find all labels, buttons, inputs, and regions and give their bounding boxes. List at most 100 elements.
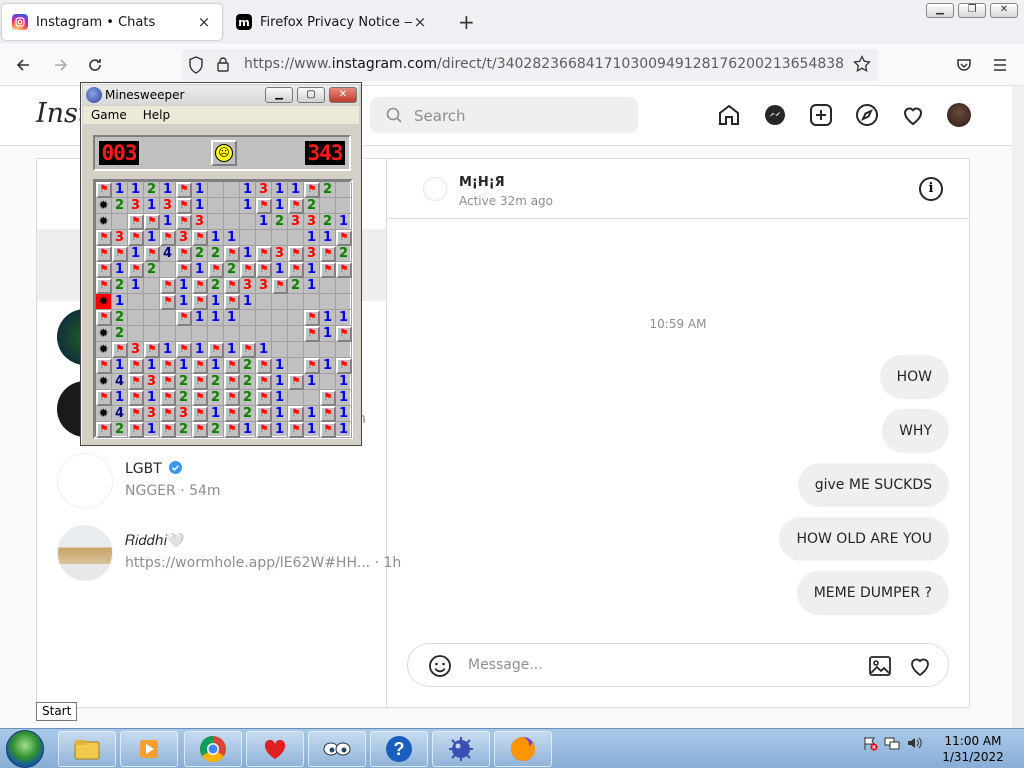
number-cell[interactable]: 2 — [208, 246, 224, 262]
flag-cell[interactable]: ⚑ — [256, 262, 272, 278]
flag-cell[interactable]: ⚑ — [96, 358, 112, 374]
number-cell[interactable]: 1 — [272, 374, 288, 390]
open-cell[interactable] — [224, 214, 240, 230]
open-cell[interactable] — [224, 326, 240, 342]
flag-cell[interactable]: ⚑ — [96, 310, 112, 326]
pocket-icon[interactable] — [951, 52, 977, 78]
number-cell[interactable]: 3 — [176, 230, 192, 246]
message-bubble[interactable]: give ME SUCKDS — [797, 463, 949, 507]
flag-cell[interactable]: ⚑ — [160, 278, 176, 294]
home-icon[interactable] — [714, 100, 744, 130]
open-cell[interactable] — [256, 326, 272, 342]
number-cell[interactable]: 1 — [288, 182, 304, 198]
message-bubble[interactable]: WHY — [882, 409, 949, 453]
reload-icon[interactable] — [82, 52, 108, 78]
flag-cell[interactable]: ⚑ — [256, 390, 272, 406]
emoji-icon[interactable] — [428, 654, 452, 682]
flag-cell[interactable]: ⚑ — [288, 262, 304, 278]
flag-cell[interactable]: ⚑ — [96, 278, 112, 294]
flag-cell[interactable]: ⚑ — [192, 390, 208, 406]
open-cell[interactable] — [320, 294, 336, 310]
open-cell[interactable] — [144, 294, 160, 310]
number-cell[interactable]: 1 — [144, 358, 160, 374]
open-cell[interactable] — [336, 182, 352, 198]
explore-compass-icon[interactable] — [852, 100, 882, 130]
flag-cell[interactable]: ⚑ — [256, 374, 272, 390]
restore-window-button[interactable]: ❐ — [958, 3, 986, 18]
close-tab-icon[interactable]: × — [412, 13, 428, 31]
flag-cell[interactable]: ⚑ — [320, 422, 336, 438]
number-cell[interactable]: 3 — [272, 246, 288, 262]
number-cell[interactable]: 1 — [336, 390, 352, 406]
flag-cell[interactable]: ⚑ — [224, 390, 240, 406]
number-cell[interactable]: 1 — [272, 422, 288, 438]
number-cell[interactable]: 1 — [144, 198, 160, 214]
flag-cell[interactable]: ⚑ — [160, 294, 176, 310]
open-cell[interactable] — [320, 374, 336, 390]
open-cell[interactable] — [160, 262, 176, 278]
number-cell[interactable]: 3 — [176, 406, 192, 422]
number-cell[interactable]: 2 — [320, 182, 336, 198]
number-cell[interactable]: 1 — [304, 406, 320, 422]
exploded-mine-cell[interactable]: ✹ — [96, 294, 112, 310]
tab-instagram-chats[interactable]: Instagram • Chats × — [2, 4, 222, 40]
flag-cell[interactable]: ⚑ — [160, 358, 176, 374]
number-cell[interactable]: 2 — [112, 326, 128, 342]
flag-cell[interactable]: ⚑ — [224, 358, 240, 374]
open-cell[interactable] — [304, 342, 320, 358]
flag-cell[interactable]: ⚑ — [304, 182, 320, 198]
number-cell[interactable]: 1 — [176, 294, 192, 310]
number-cell[interactable]: 2 — [112, 310, 128, 326]
open-cell[interactable] — [288, 230, 304, 246]
close-window-button[interactable]: ✕ — [990, 3, 1018, 18]
flag-cell[interactable]: ⚑ — [304, 326, 320, 342]
open-cell[interactable] — [336, 342, 352, 358]
flag-cell[interactable]: ⚑ — [176, 182, 192, 198]
number-cell[interactable]: 2 — [208, 422, 224, 438]
number-cell[interactable]: 1 — [112, 262, 128, 278]
flag-cell[interactable]: ⚑ — [320, 406, 336, 422]
flag-cell[interactable]: ⚑ — [144, 342, 160, 358]
minesweeper-taskbar-icon[interactable] — [432, 731, 490, 767]
number-cell[interactable]: 1 — [240, 198, 256, 214]
flag-cell[interactable]: ⚑ — [160, 390, 176, 406]
flag-cell[interactable]: ⚑ — [224, 374, 240, 390]
flag-cell[interactable]: ⚑ — [192, 406, 208, 422]
reset-face-button[interactable]: ☹ — [211, 140, 237, 166]
number-cell[interactable]: 1 — [336, 310, 352, 326]
number-cell[interactable]: 1 — [272, 182, 288, 198]
number-cell[interactable]: 1 — [160, 342, 176, 358]
number-cell[interactable]: 1 — [272, 358, 288, 374]
number-cell[interactable]: 1 — [192, 342, 208, 358]
flag-cell[interactable]: ⚑ — [96, 182, 112, 198]
flag-cell[interactable]: ⚑ — [304, 358, 320, 374]
number-cell[interactable]: 3 — [288, 214, 304, 230]
number-cell[interactable]: 2 — [240, 374, 256, 390]
number-cell[interactable]: 1 — [112, 182, 128, 198]
number-cell[interactable]: 1 — [144, 230, 160, 246]
number-cell[interactable]: 4 — [112, 374, 128, 390]
open-cell[interactable] — [288, 326, 304, 342]
flag-cell[interactable]: ⚑ — [128, 390, 144, 406]
flag-cell[interactable]: ⚑ — [96, 262, 112, 278]
open-cell[interactable] — [288, 342, 304, 358]
number-cell[interactable]: 1 — [192, 198, 208, 214]
flag-cell[interactable]: ⚑ — [208, 342, 224, 358]
number-cell[interactable]: 2 — [288, 278, 304, 294]
number-cell[interactable]: 2 — [144, 262, 160, 278]
number-cell[interactable]: 1 — [192, 182, 208, 198]
search-input[interactable]: Search — [370, 97, 638, 133]
number-cell[interactable]: 1 — [256, 214, 272, 230]
number-cell[interactable]: 1 — [144, 390, 160, 406]
number-cell[interactable]: 1 — [240, 246, 256, 262]
shield-icon[interactable] — [188, 56, 204, 78]
flag-cell[interactable]: ⚑ — [128, 262, 144, 278]
flag-cell[interactable]: ⚑ — [336, 358, 352, 374]
number-cell[interactable]: 1 — [208, 230, 224, 246]
new-post-icon[interactable] — [806, 100, 836, 130]
messenger-icon[interactable] — [760, 100, 790, 130]
number-cell[interactable]: 1 — [304, 278, 320, 294]
open-cell[interactable] — [272, 230, 288, 246]
number-cell[interactable]: 1 — [320, 230, 336, 246]
flag-cell[interactable]: ⚑ — [176, 262, 192, 278]
